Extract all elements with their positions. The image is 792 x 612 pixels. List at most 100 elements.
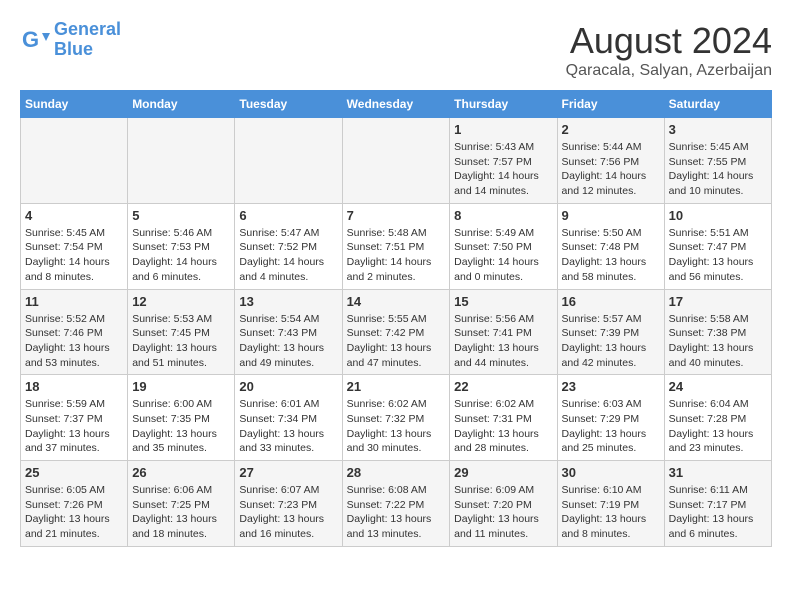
day-info: Sunrise: 6:10 AMSunset: 7:19 PMDaylight:… [562,483,660,542]
day-info: Sunrise: 5:49 AMSunset: 7:50 PMDaylight:… [454,226,552,285]
day-info: Sunrise: 6:05 AMSunset: 7:26 PMDaylight:… [25,483,123,542]
calendar-day-cell: 30 Sunrise: 6:10 AMSunset: 7:19 PMDayligh… [557,461,664,547]
weekday-header: Thursday [450,91,557,118]
calendar-day-cell: 29 Sunrise: 6:09 AMSunset: 7:20 PMDayligh… [450,461,557,547]
day-info: Sunrise: 5:53 AMSunset: 7:45 PMDaylight:… [132,312,230,371]
calendar-day-cell: 13 Sunrise: 5:54 AMSunset: 7:43 PMDayligh… [235,289,342,375]
calendar-day-cell: 26 Sunrise: 6:06 AMSunset: 7:25 PMDayligh… [128,461,235,547]
calendar-day-cell: 27 Sunrise: 6:07 AMSunset: 7:23 PMDayligh… [235,461,342,547]
page-header: G General Blue August 2024 Qaracala, Sal… [20,20,772,80]
svg-text:G: G [22,27,39,52]
day-number: 7 [347,208,446,223]
day-info: Sunrise: 6:08 AMSunset: 7:22 PMDaylight:… [347,483,446,542]
day-number: 10 [669,208,767,223]
calendar-week-row: 1 Sunrise: 5:43 AMSunset: 7:57 PMDaylight… [21,118,772,204]
weekday-header: Wednesday [342,91,450,118]
day-number: 18 [25,379,123,394]
calendar-day-cell: 21 Sunrise: 6:02 AMSunset: 7:32 PMDayligh… [342,375,450,461]
calendar-day-cell: 23 Sunrise: 6:03 AMSunset: 7:29 PMDayligh… [557,375,664,461]
day-info: Sunrise: 5:50 AMSunset: 7:48 PMDaylight:… [562,226,660,285]
day-number: 14 [347,294,446,309]
day-number: 15 [454,294,552,309]
calendar-day-cell [128,118,235,204]
day-number: 20 [239,379,337,394]
logo: G General Blue [20,20,121,60]
day-number: 21 [347,379,446,394]
calendar-day-cell: 1 Sunrise: 5:43 AMSunset: 7:57 PMDaylight… [450,118,557,204]
day-info: Sunrise: 5:45 AMSunset: 7:55 PMDaylight:… [669,140,767,199]
day-info: Sunrise: 5:59 AMSunset: 7:37 PMDaylight:… [25,397,123,456]
day-number: 28 [347,465,446,480]
day-info: Sunrise: 5:56 AMSunset: 7:41 PMDaylight:… [454,312,552,371]
weekday-header: Sunday [21,91,128,118]
calendar-day-cell [342,118,450,204]
day-info: Sunrise: 6:09 AMSunset: 7:20 PMDaylight:… [454,483,552,542]
calendar-day-cell: 24Sunrise: 6:04 AMSunset: 7:28 PMDayligh… [664,375,771,461]
day-info: Sunrise: 6:00 AMSunset: 7:35 PMDaylight:… [132,397,230,456]
calendar-day-cell: 8Sunrise: 5:49 AMSunset: 7:50 PMDaylight… [450,203,557,289]
day-number: 17 [669,294,767,309]
day-number: 22 [454,379,552,394]
calendar-day-cell: 22 Sunrise: 6:02 AMSunset: 7:31 PMDayligh… [450,375,557,461]
calendar-day-cell: 25 Sunrise: 6:05 AMSunset: 7:26 PMDayligh… [21,461,128,547]
day-number: 16 [562,294,660,309]
day-number: 1 [454,122,552,137]
calendar-day-cell: 12Sunrise: 5:53 AMSunset: 7:45 PMDayligh… [128,289,235,375]
calendar-day-cell: 5 Sunrise: 5:46 AMSunset: 7:53 PMDaylight… [128,203,235,289]
day-info: Sunrise: 5:44 AMSunset: 7:56 PMDaylight:… [562,140,660,199]
calendar-day-cell [235,118,342,204]
calendar-day-cell: 2Sunrise: 5:44 AMSunset: 7:56 PMDaylight… [557,118,664,204]
calendar-table: SundayMondayTuesdayWednesdayThursdayFrid… [20,90,772,547]
calendar-day-cell: 31Sunrise: 6:11 AMSunset: 7:17 PMDayligh… [664,461,771,547]
calendar-day-cell: 18 Sunrise: 5:59 AMSunset: 7:37 PMDayligh… [21,375,128,461]
day-number: 29 [454,465,552,480]
day-number: 3 [669,122,767,137]
calendar-day-cell: 9 Sunrise: 5:50 AMSunset: 7:48 PMDaylight… [557,203,664,289]
day-info: Sunrise: 6:04 AMSunset: 7:28 PMDaylight:… [669,397,767,456]
weekday-header: Friday [557,91,664,118]
day-info: Sunrise: 5:43 AMSunset: 7:57 PMDaylight:… [454,140,552,199]
day-info: Sunrise: 6:03 AMSunset: 7:29 PMDaylight:… [562,397,660,456]
calendar-day-cell: 11Sunrise: 5:52 AMSunset: 7:46 PMDayligh… [21,289,128,375]
calendar-day-cell: 14Sunrise: 5:55 AMSunset: 7:42 PMDayligh… [342,289,450,375]
weekday-header-row: SundayMondayTuesdayWednesdayThursdayFrid… [21,91,772,118]
calendar-day-cell: 4Sunrise: 5:45 AMSunset: 7:54 PMDaylight… [21,203,128,289]
weekday-header: Monday [128,91,235,118]
day-number: 23 [562,379,660,394]
day-number: 31 [669,465,767,480]
calendar-body: 1 Sunrise: 5:43 AMSunset: 7:57 PMDaylight… [21,118,772,547]
month-year: August 2024 [566,20,772,62]
day-number: 19 [132,379,230,394]
location: Qaracala, Salyan, Azerbaijan [566,62,772,80]
calendar-day-cell: 6Sunrise: 5:47 AMSunset: 7:52 PMDaylight… [235,203,342,289]
day-number: 11 [25,294,123,309]
day-number: 27 [239,465,337,480]
calendar-day-cell: 3 Sunrise: 5:45 AMSunset: 7:55 PMDaylight… [664,118,771,204]
day-info: Sunrise: 6:02 AMSunset: 7:32 PMDaylight:… [347,397,446,456]
day-info: Sunrise: 5:46 AMSunset: 7:53 PMDaylight:… [132,226,230,285]
day-number: 4 [25,208,123,223]
day-info: Sunrise: 6:02 AMSunset: 7:31 PMDaylight:… [454,397,552,456]
day-number: 5 [132,208,230,223]
day-info: Sunrise: 6:06 AMSunset: 7:25 PMDaylight:… [132,483,230,542]
calendar-day-cell: 28 Sunrise: 6:08 AMSunset: 7:22 PMDayligh… [342,461,450,547]
day-info: Sunrise: 6:07 AMSunset: 7:23 PMDaylight:… [239,483,337,542]
day-info: Sunrise: 5:57 AMSunset: 7:39 PMDaylight:… [562,312,660,371]
weekday-header: Tuesday [235,91,342,118]
day-number: 6 [239,208,337,223]
day-info: Sunrise: 5:58 AMSunset: 7:38 PMDaylight:… [669,312,767,371]
calendar-day-cell: 17 Sunrise: 5:58 AMSunset: 7:38 PMDayligh… [664,289,771,375]
calendar-week-row: 4Sunrise: 5:45 AMSunset: 7:54 PMDaylight… [21,203,772,289]
calendar-day-cell: 10Sunrise: 5:51 AMSunset: 7:47 PMDayligh… [664,203,771,289]
day-number: 25 [25,465,123,480]
calendar-day-cell: 19 Sunrise: 6:00 AMSunset: 7:35 PMDayligh… [128,375,235,461]
logo-text: General Blue [54,20,121,60]
calendar-day-cell [21,118,128,204]
title-block: August 2024 Qaracala, Salyan, Azerbaijan [566,20,772,80]
calendar-day-cell: 15 Sunrise: 5:56 AMSunset: 7:41 PMDayligh… [450,289,557,375]
day-number: 26 [132,465,230,480]
day-info: Sunrise: 5:54 AMSunset: 7:43 PMDaylight:… [239,312,337,371]
day-number: 9 [562,208,660,223]
day-number: 13 [239,294,337,309]
day-number: 30 [562,465,660,480]
